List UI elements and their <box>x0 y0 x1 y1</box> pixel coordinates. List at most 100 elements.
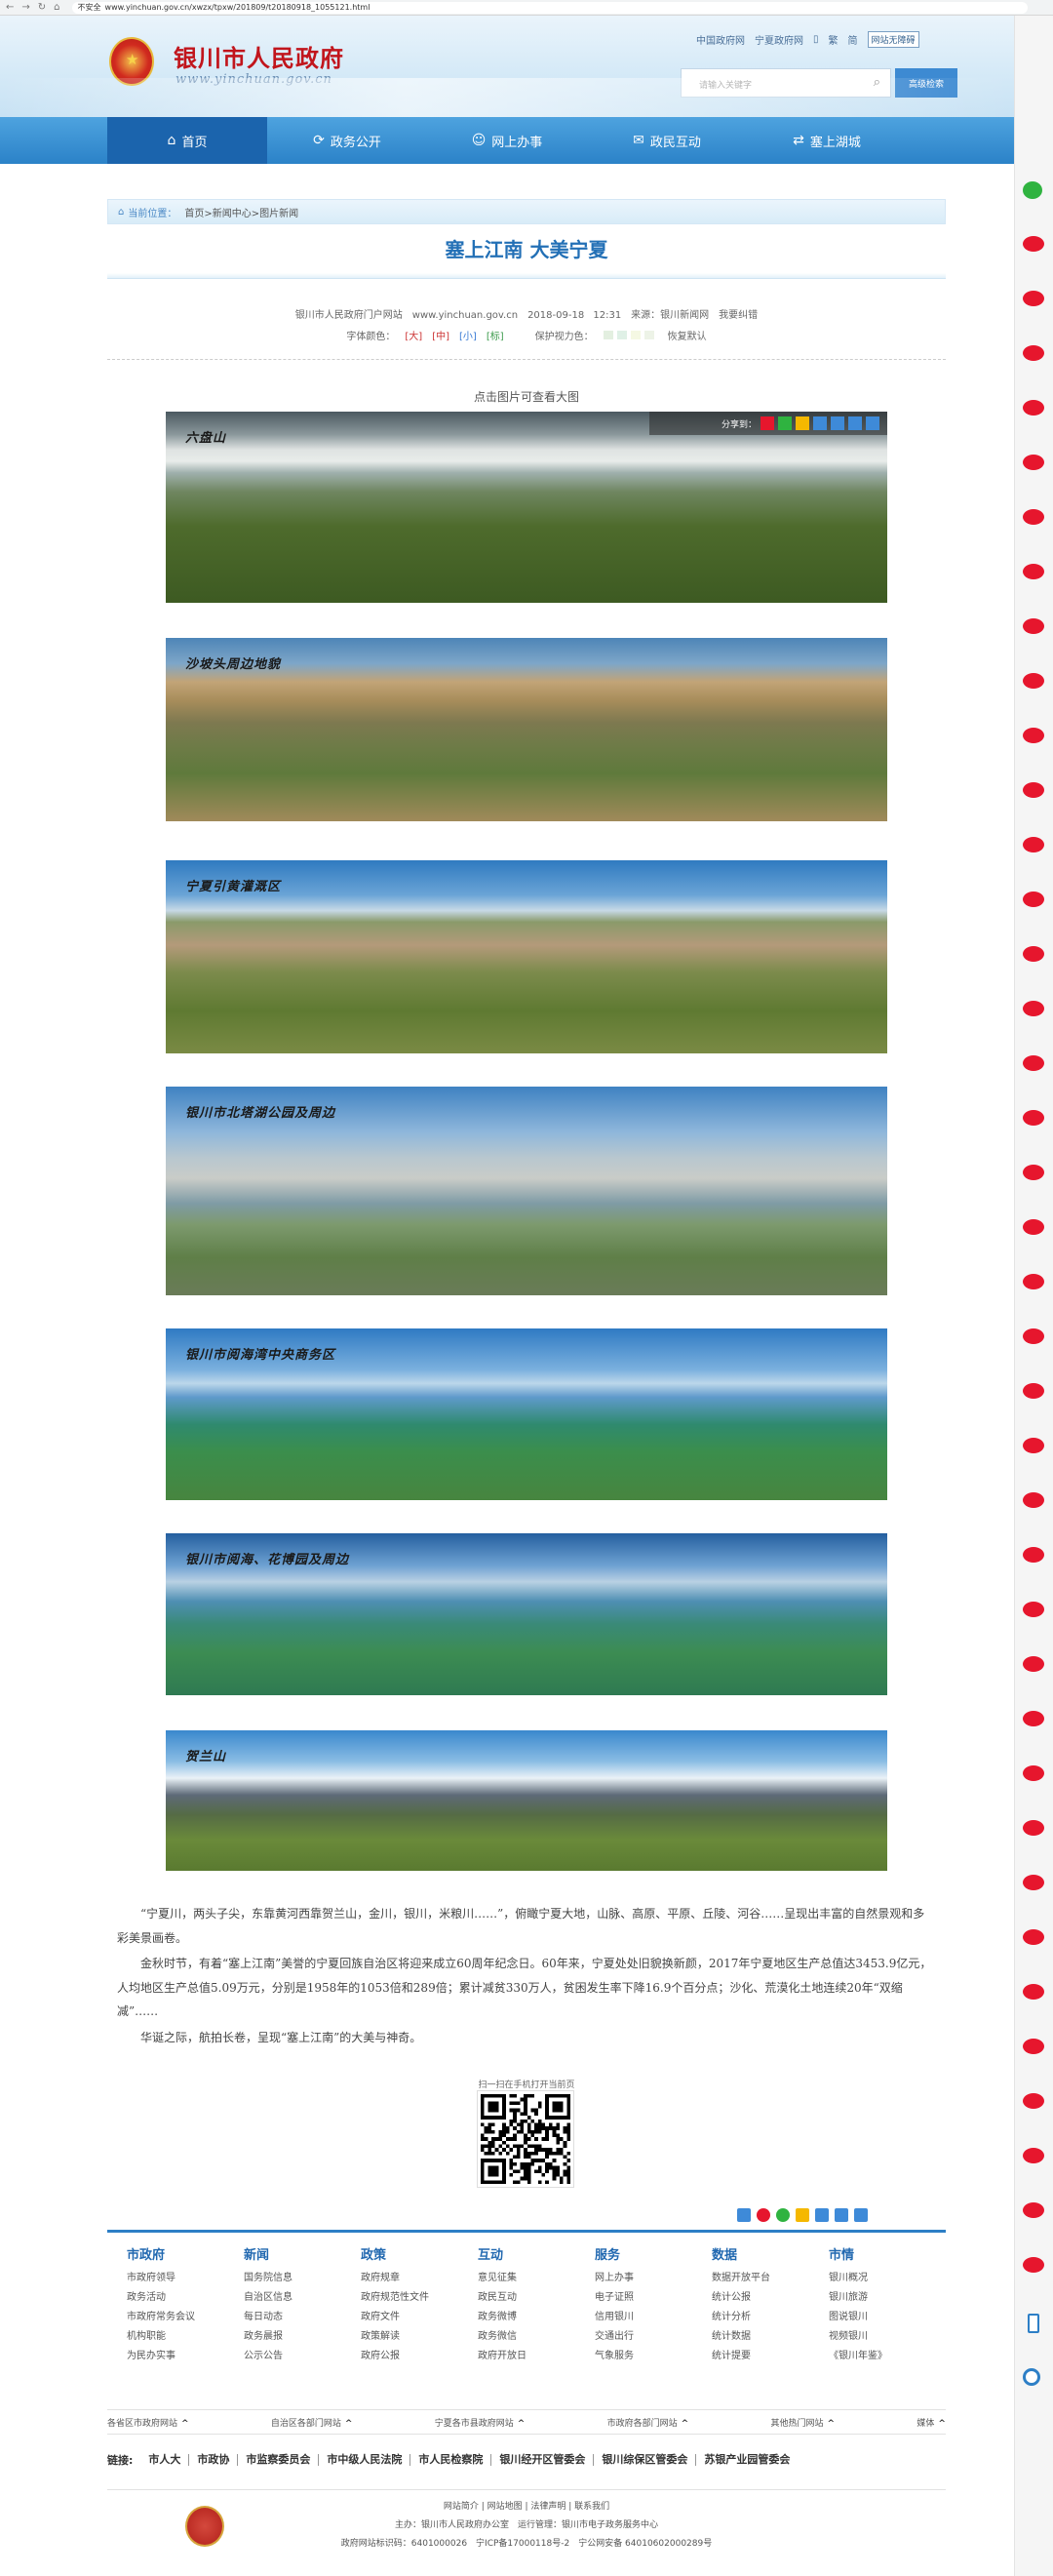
link-procuratorate[interactable]: 市人民检察院 <box>410 2454 490 2466</box>
footer-link[interactable]: 政务活动 <box>127 2288 244 2308</box>
dropdown-other-sites[interactable]: 其他热门网站 ^ <box>771 2416 836 2429</box>
mobile-icon[interactable] <box>1028 2314 1039 2333</box>
photo-helanshan[interactable]: 贺兰山 <box>166 1730 887 1871</box>
nav-lake-city[interactable]: ⇄ 塞上湖城 <box>747 117 907 164</box>
weibo-icon[interactable] <box>1023 1492 1044 1508</box>
weibo-icon[interactable] <box>1023 236 1044 252</box>
copy-icon[interactable] <box>854 2208 868 2222</box>
col-title[interactable]: 服务 <box>595 2244 712 2263</box>
footer-link[interactable]: 政民互动 <box>478 2288 595 2308</box>
col-title[interactable]: 数据 <box>712 2244 829 2263</box>
wechat-icon[interactable] <box>1023 181 1042 199</box>
col-title[interactable]: 新闻 <box>244 2244 361 2263</box>
weibo-icon[interactable] <box>1023 400 1044 416</box>
more-share-icon[interactable] <box>866 416 879 430</box>
footer-link[interactable]: 政府规范性文件 <box>361 2288 478 2308</box>
weibo-icon[interactable] <box>1023 1711 1044 1726</box>
restore-default[interactable]: 恢复默认 <box>668 328 707 342</box>
nav-online-services[interactable]: ☺ 网上办事 <box>427 117 587 164</box>
footer-link[interactable]: 统计数据 <box>712 2327 829 2347</box>
footer-link[interactable]: 统计公报 <box>712 2288 829 2308</box>
weibo-icon[interactable] <box>1023 1765 1044 1781</box>
photo-huabo-park[interactable]: 银川市阅海、花博园及周边 <box>166 1533 887 1695</box>
email-share-icon[interactable] <box>815 2208 829 2222</box>
footer-link[interactable]: 视频银川 <box>829 2327 946 2347</box>
weibo-icon[interactable] <box>1023 1547 1044 1563</box>
footer-link[interactable]: 统计提要 <box>712 2347 829 2366</box>
footer-link[interactable]: 政府规章 <box>361 2269 478 2288</box>
link-dev-zone[interactable]: 银川经开区管委会 <box>490 2454 593 2466</box>
forward-icon[interactable]: → <box>21 2 29 13</box>
weibo-icon[interactable] <box>1023 1110 1044 1126</box>
weibo-icon[interactable] <box>1023 345 1044 361</box>
address-bar[interactable]: 不安全 www.yinchuan.gov.cn/xwzx/tpxw/201809… <box>71 1 1028 14</box>
dropdown-city-departments[interactable]: 市政府各部门网站 ^ <box>607 2416 689 2429</box>
footer-link[interactable]: 银川旅游 <box>829 2288 946 2308</box>
nav-home[interactable]: ⌂ 首页 <box>107 117 267 164</box>
weibo-icon[interactable] <box>1023 946 1044 962</box>
print-icon[interactable] <box>831 416 844 430</box>
link-supervision[interactable]: 市监察委员会 <box>237 2454 318 2466</box>
eye-color-1[interactable] <box>603 330 613 339</box>
footer-link[interactable]: 交通出行 <box>595 2327 712 2347</box>
footer-link[interactable]: 意见征集 <box>478 2269 595 2288</box>
footer-link[interactable]: 信用银川 <box>595 2308 712 2327</box>
wechat-share-icon[interactable] <box>778 416 792 430</box>
eye-color-3[interactable] <box>630 330 641 339</box>
weibo-icon[interactable] <box>1023 1328 1044 1344</box>
footer-link[interactable]: 国务院信息 <box>244 2269 361 2288</box>
weibo-icon[interactable] <box>1023 1383 1044 1399</box>
footer-link[interactable]: 市政府领导 <box>127 2269 244 2288</box>
photo-shapotou[interactable]: 沙坡头周边地貌 <box>166 638 887 821</box>
weibo-icon[interactable] <box>1023 1055 1044 1071</box>
weibo-icon[interactable] <box>1023 291 1044 306</box>
link-china-gov[interactable]: 中国政府网 <box>696 32 745 47</box>
back-icon[interactable]: ← <box>6 2 14 13</box>
col-title[interactable]: 互动 <box>478 2244 595 2263</box>
weibo-icon[interactable] <box>1023 564 1044 579</box>
link-industrial-park[interactable]: 苏银产业园管委会 <box>695 2454 798 2466</box>
footer-link[interactable]: 图说银川 <box>829 2308 946 2327</box>
footer-link[interactable]: 政府开放日 <box>478 2347 595 2366</box>
weibo-icon[interactable] <box>1023 1929 1044 1945</box>
advanced-search-button[interactable]: 高级检索 <box>895 68 957 98</box>
dropdown-district-sites[interactable]: 各省区市政府网站 ^ <box>107 2416 189 2429</box>
weibo-icon[interactable] <box>1023 1165 1044 1180</box>
copy-icon[interactable] <box>848 416 862 430</box>
reload-icon[interactable]: ↻ <box>38 2 46 13</box>
footer-link[interactable]: 政务微信 <box>478 2327 595 2347</box>
col-title[interactable]: 市政府 <box>127 2244 244 2263</box>
photo-beita-lake[interactable]: 银川市北塔湖公园及周边 <box>166 1087 887 1295</box>
dropdown-ningxia-counties[interactable]: 宁夏各市县政府网站 ^ <box>435 2416 526 2429</box>
weibo-icon[interactable] <box>1023 1984 1044 2000</box>
eye-color-2[interactable] <box>616 330 627 339</box>
weibo-share-icon[interactable] <box>760 416 774 430</box>
font-medium[interactable]: [中] <box>432 328 449 342</box>
link-simplified[interactable]: 简 <box>848 32 858 47</box>
accessibility-link[interactable]: 网站无障碍 <box>867 31 919 48</box>
footer-link[interactable]: 政务微博 <box>478 2308 595 2327</box>
site-title[interactable]: 银川市人民政府 <box>174 39 344 73</box>
nav-interaction[interactable]: ✉ 政民互动 <box>587 117 747 164</box>
nav-gov-affairs[interactable]: ⟳ 政务公开 <box>267 117 427 164</box>
footer-link[interactable]: 政务晨报 <box>244 2327 361 2347</box>
footer-nav[interactable]: 网站简介 | 网站地图 | 法律声明 | 联系我们 <box>107 2498 946 2517</box>
link-court[interactable]: 市中级人民法院 <box>318 2454 410 2466</box>
photo-liupanshan[interactable]: 六盘山 <box>166 412 887 603</box>
footer-link[interactable]: 为民办实事 <box>127 2347 244 2366</box>
weibo-icon[interactable] <box>1023 2093 1044 2109</box>
weibo-icon[interactable] <box>1023 455 1044 470</box>
weibo-icon[interactable] <box>1023 1438 1044 1453</box>
weibo-icon[interactable] <box>1023 782 1044 798</box>
email-share-icon[interactable] <box>813 416 827 430</box>
footer-link[interactable]: 机构职能 <box>127 2327 244 2347</box>
col-title[interactable]: 市情 <box>829 2244 946 2263</box>
qzone-share-icon[interactable] <box>796 2208 809 2222</box>
link-traditional[interactable]: 繁 <box>829 32 838 47</box>
footer-link[interactable]: 政府公报 <box>361 2347 478 2366</box>
ie-icon[interactable] <box>1023 2368 1040 2386</box>
phone-icon[interactable]: ▯ <box>813 34 819 45</box>
footer-link[interactable]: 网上办事 <box>595 2269 712 2288</box>
footer-link[interactable]: 每日动态 <box>244 2308 361 2327</box>
weibo-share-icon[interactable] <box>757 2208 770 2222</box>
